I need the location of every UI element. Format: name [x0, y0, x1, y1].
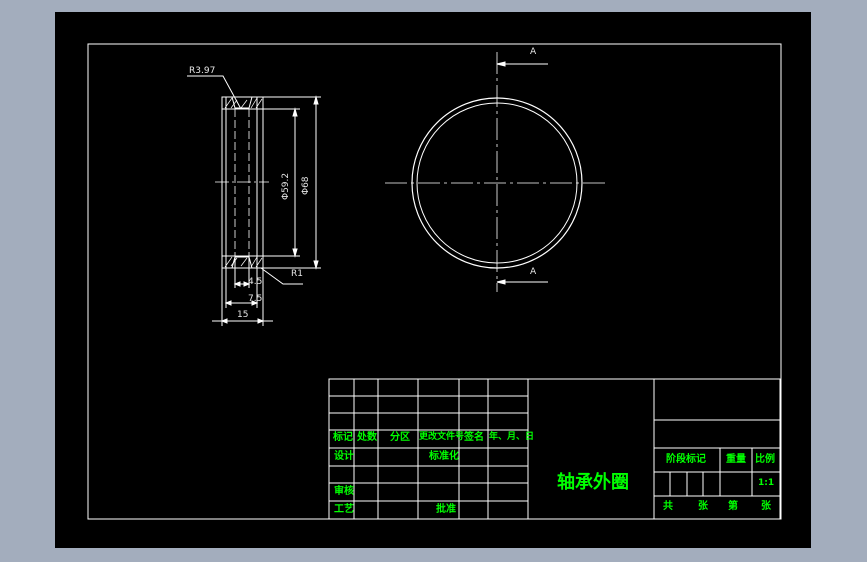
sheets-label-1: 张 [698, 501, 708, 512]
title-block [328, 378, 781, 520]
inner-diameter-label: Φ59.2 [281, 172, 291, 200]
cad-drawing-canvas [87, 43, 782, 520]
scale-value: 1:1 [758, 478, 775, 488]
design-label: 设计 [334, 451, 354, 462]
process-label: 工艺 [334, 504, 354, 515]
top-hatch [224, 97, 263, 109]
bottom-hatch [224, 256, 263, 268]
weight-label: 重量 [726, 454, 746, 465]
scale-label: 比例 [755, 454, 775, 465]
side-section-view [187, 75, 321, 326]
part-name: 轴承外圈 [557, 472, 629, 493]
rev-header-doc: 更改文件号 [419, 432, 465, 442]
rev-header-count: 处数 [357, 432, 377, 443]
review-label: 审核 [334, 486, 354, 497]
rev-header-date: 年、月、日 [489, 432, 535, 442]
sheets-label-2: 张 [761, 501, 771, 512]
outer-diameter-label: Φ68 [301, 176, 311, 195]
approve-label: 批准 [436, 504, 456, 515]
fillet-top-label: R3.97 [189, 66, 216, 76]
groove-offset-label: 4.5 [248, 277, 263, 287]
stage-mark-label: 阶段标记 [666, 454, 706, 465]
rev-header-mark: 标记 [333, 432, 353, 443]
section-mark-top: A [530, 47, 537, 57]
fillet-bottom-label: R1 [291, 269, 303, 279]
total-width-label: 15 [237, 310, 249, 320]
standardize-label: 标准化 [429, 451, 459, 462]
rev-header-sign: 签名 [464, 432, 484, 443]
r397-leader [187, 75, 242, 110]
total-label: 共 [663, 501, 673, 512]
rev-header-zone: 分区 [390, 432, 410, 443]
groove-width-label: 7.5 [248, 294, 263, 304]
section-mark-bottom: A [530, 267, 537, 277]
page-no-label: 第 [728, 501, 738, 512]
drawing-sheet: R3.97 R1 Φ59.2 Φ68 4.5 7.5 15 A A 标记 处数 … [55, 12, 811, 548]
front-view [385, 52, 609, 292]
